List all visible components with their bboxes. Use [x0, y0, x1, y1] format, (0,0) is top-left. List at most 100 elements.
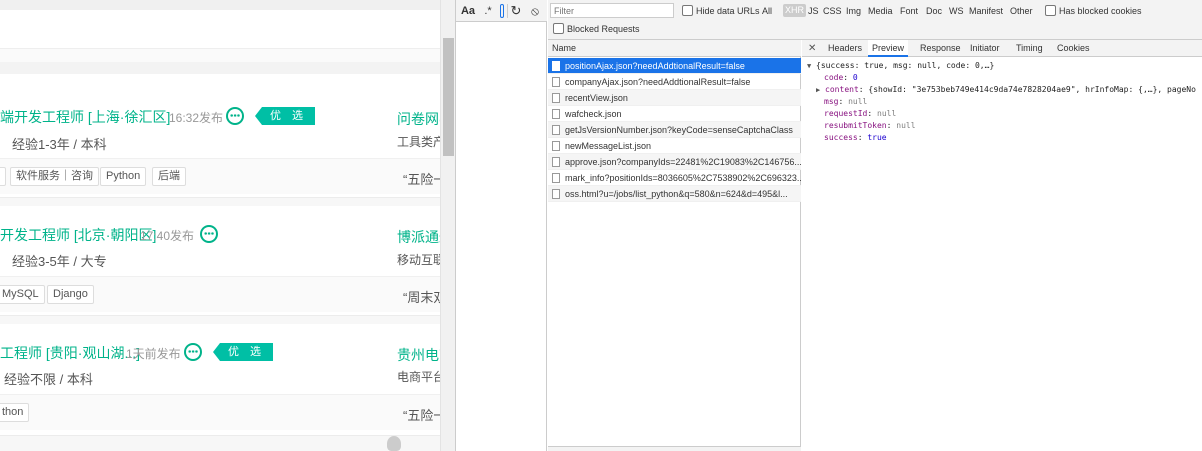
job-post-time: 16:32发布	[169, 111, 224, 125]
name-column-header[interactable]: Name	[548, 40, 801, 57]
job-tags-row: MySQL Django “周末双	[0, 276, 446, 312]
type-filter-xhr[interactable]: XHR	[783, 4, 807, 17]
job-requirements: 经验3-5年 / 大专	[12, 254, 107, 269]
request-row[interactable]: newMessageList.json	[548, 138, 801, 154]
has-blocked-cookies-checkbox[interactable]	[1045, 5, 1056, 16]
request-row[interactable]: positionAjax.json?needAddtionalResult=fa…	[548, 58, 801, 74]
file-icon	[552, 173, 560, 183]
request-name: approve.json?companyIds=22481%2C19083%2C…	[565, 157, 801, 167]
json-value: 0	[852, 73, 858, 82]
job-requirements: 经验不限 / 本科	[4, 372, 93, 387]
json-line: success: true	[824, 133, 887, 142]
job-tag	[0, 167, 6, 186]
type-filter-doc[interactable]: Doc	[926, 5, 942, 17]
hide-data-urls-checkbox[interactable]	[682, 5, 693, 16]
file-icon	[552, 61, 560, 71]
tab-cookies[interactable]: Cookies	[1055, 40, 1092, 57]
reload-icon[interactable]: ↻	[509, 0, 523, 22]
request-row[interactable]: approve.json?companyIds=22481%2C19083%2C…	[548, 154, 801, 170]
json-key: msg	[824, 97, 839, 106]
youxuan-badge: 优 选	[213, 343, 273, 361]
request-row[interactable]: wafcheck.json	[548, 106, 801, 122]
tab-headers[interactable]: Headers	[826, 40, 864, 57]
json-value: {showId: "3e753beb749e414c9da74e7828204a…	[868, 85, 1196, 94]
tab-timing[interactable]: Timing	[1014, 40, 1045, 57]
json-summary: {success: true, msg: null, code: 0,…}	[816, 61, 995, 70]
file-icon	[552, 141, 560, 151]
request-name: positionAjax.json?needAddtionalResult=fa…	[565, 61, 745, 71]
json-value: true	[867, 133, 887, 142]
chat-icon[interactable]	[200, 225, 218, 243]
chat-icon[interactable]	[226, 107, 244, 125]
collapse-triangle-icon[interactable]: ▼	[807, 62, 811, 70]
json-root[interactable]: ▼ {success: true, msg: null, code: 0,…}	[807, 60, 994, 72]
toolbar-separator	[507, 4, 508, 18]
json-line[interactable]: ▶ content: {showId: "3e753beb749e414c9da…	[816, 84, 1196, 96]
flame-icon	[387, 436, 401, 451]
page-scrollbar[interactable]	[440, 0, 455, 451]
file-icon	[552, 109, 560, 119]
job-card[interactable]: 工程师 [贵阳·观山湖...] 1天前发布 优 选 经验不限 / 本科 贵州电商…	[0, 324, 453, 436]
tab-response[interactable]: Response	[918, 40, 963, 57]
job-title[interactable]: 开发工程师 [北京·朝阳区]	[0, 225, 156, 245]
request-name: newMessageList.json	[565, 141, 652, 151]
hide-data-urls-label: Hide data URLs	[696, 6, 760, 16]
type-filter-css[interactable]: CSS	[823, 5, 842, 17]
regex-button[interactable]: .*	[482, 0, 494, 22]
request-list: Name positionAjax.json?needAddtionalResu…	[548, 40, 801, 451]
job-tags-row: 软件服务｜咨询 Python 后端 “五险一	[0, 158, 446, 194]
job-post-time: 17:40发布	[140, 229, 195, 243]
blocked-requests-checkbox[interactable]	[553, 23, 564, 34]
json-line: code: 0	[824, 73, 858, 82]
tab-preview[interactable]: Preview	[868, 40, 909, 57]
request-name: getJsVersionNumber.json?keyCode=senseCap…	[565, 125, 793, 135]
request-row[interactable]: mark_info?positionIds=8036605%2C7538902%…	[548, 170, 801, 186]
type-filter-other[interactable]: Other	[1010, 5, 1033, 17]
file-icon	[552, 189, 560, 199]
type-filter-media[interactable]: Media	[868, 5, 893, 17]
close-icon[interactable]: ✕	[808, 40, 816, 57]
detail-tabs: ✕ Headers Preview Response Initiator Tim…	[802, 40, 1202, 57]
job-card[interactable]: 开发工程师 [北京·朝阳区] 17:40发布 经验3-5年 / 大专 博派通达 …	[0, 206, 453, 316]
job-requirements: 经验1-3年 / 本科	[12, 137, 107, 152]
type-filter-img[interactable]: Img	[846, 5, 861, 17]
page-search-row	[0, 10, 440, 48]
request-row[interactable]: oss.html?u=/jobs/list_python&q=580&n=624…	[548, 186, 801, 202]
request-row[interactable]: companyAjax.json?needAddtionalResult=fal…	[548, 74, 801, 90]
request-name: recentView.json	[565, 93, 628, 103]
type-filter-font[interactable]: Font	[900, 5, 918, 17]
preview-pane: ✕ Headers Preview Response Initiator Tim…	[802, 40, 1202, 451]
company-industry: 电商平台	[397, 370, 446, 384]
job-title[interactable]: 端开发工程师 [上海·徐汇区]	[0, 107, 170, 127]
filter-input[interactable]	[550, 3, 674, 18]
type-filter-js[interactable]: JS	[808, 5, 819, 17]
match-case-button[interactable]: Aa	[460, 0, 476, 22]
job-tag: Python	[100, 167, 147, 186]
json-value: null	[896, 121, 916, 130]
request-name: mark_info?positionIds=8036605%2C7538902%…	[565, 173, 801, 183]
json-value: null	[877, 109, 897, 118]
json-line: msg: null	[824, 97, 868, 106]
devtools-left-sidebar: Aa .* ↻ ⦸	[456, 0, 547, 451]
tab-initiator[interactable]: Initiator	[968, 40, 1002, 57]
block-icon[interactable]: ⦸	[528, 0, 542, 22]
job-title[interactable]: 工程师 [贵阳·观山湖...]	[0, 343, 140, 363]
request-row[interactable]: getJsVersionNumber.json?keyCode=senseCap…	[548, 122, 801, 138]
job-tag: MySQL	[0, 285, 45, 304]
json-key: requestId	[824, 109, 868, 118]
expand-triangle-icon[interactable]: ▶	[816, 86, 820, 94]
company-name[interactable]: 问卷网(	[397, 109, 444, 129]
json-line: resubmitToken: null	[824, 121, 916, 130]
type-filter-ws[interactable]: WS	[949, 5, 964, 17]
type-filter-all[interactable]: All	[762, 5, 772, 17]
job-card[interactable]: 端开发工程师 [上海·徐汇区] 16:32发布 优 选 经验1-3年 / 本科 …	[0, 74, 446, 198]
file-icon	[552, 157, 560, 167]
page-strip	[0, 62, 440, 74]
request-row[interactable]: recentView.json	[548, 90, 801, 106]
job-tag: thon	[0, 403, 30, 422]
file-icon	[552, 93, 560, 103]
type-filter-manifest[interactable]: Manifest	[969, 5, 1003, 17]
page-divider	[0, 48, 440, 62]
scrollbar-thumb[interactable]	[443, 38, 454, 156]
chat-icon[interactable]	[184, 343, 202, 361]
